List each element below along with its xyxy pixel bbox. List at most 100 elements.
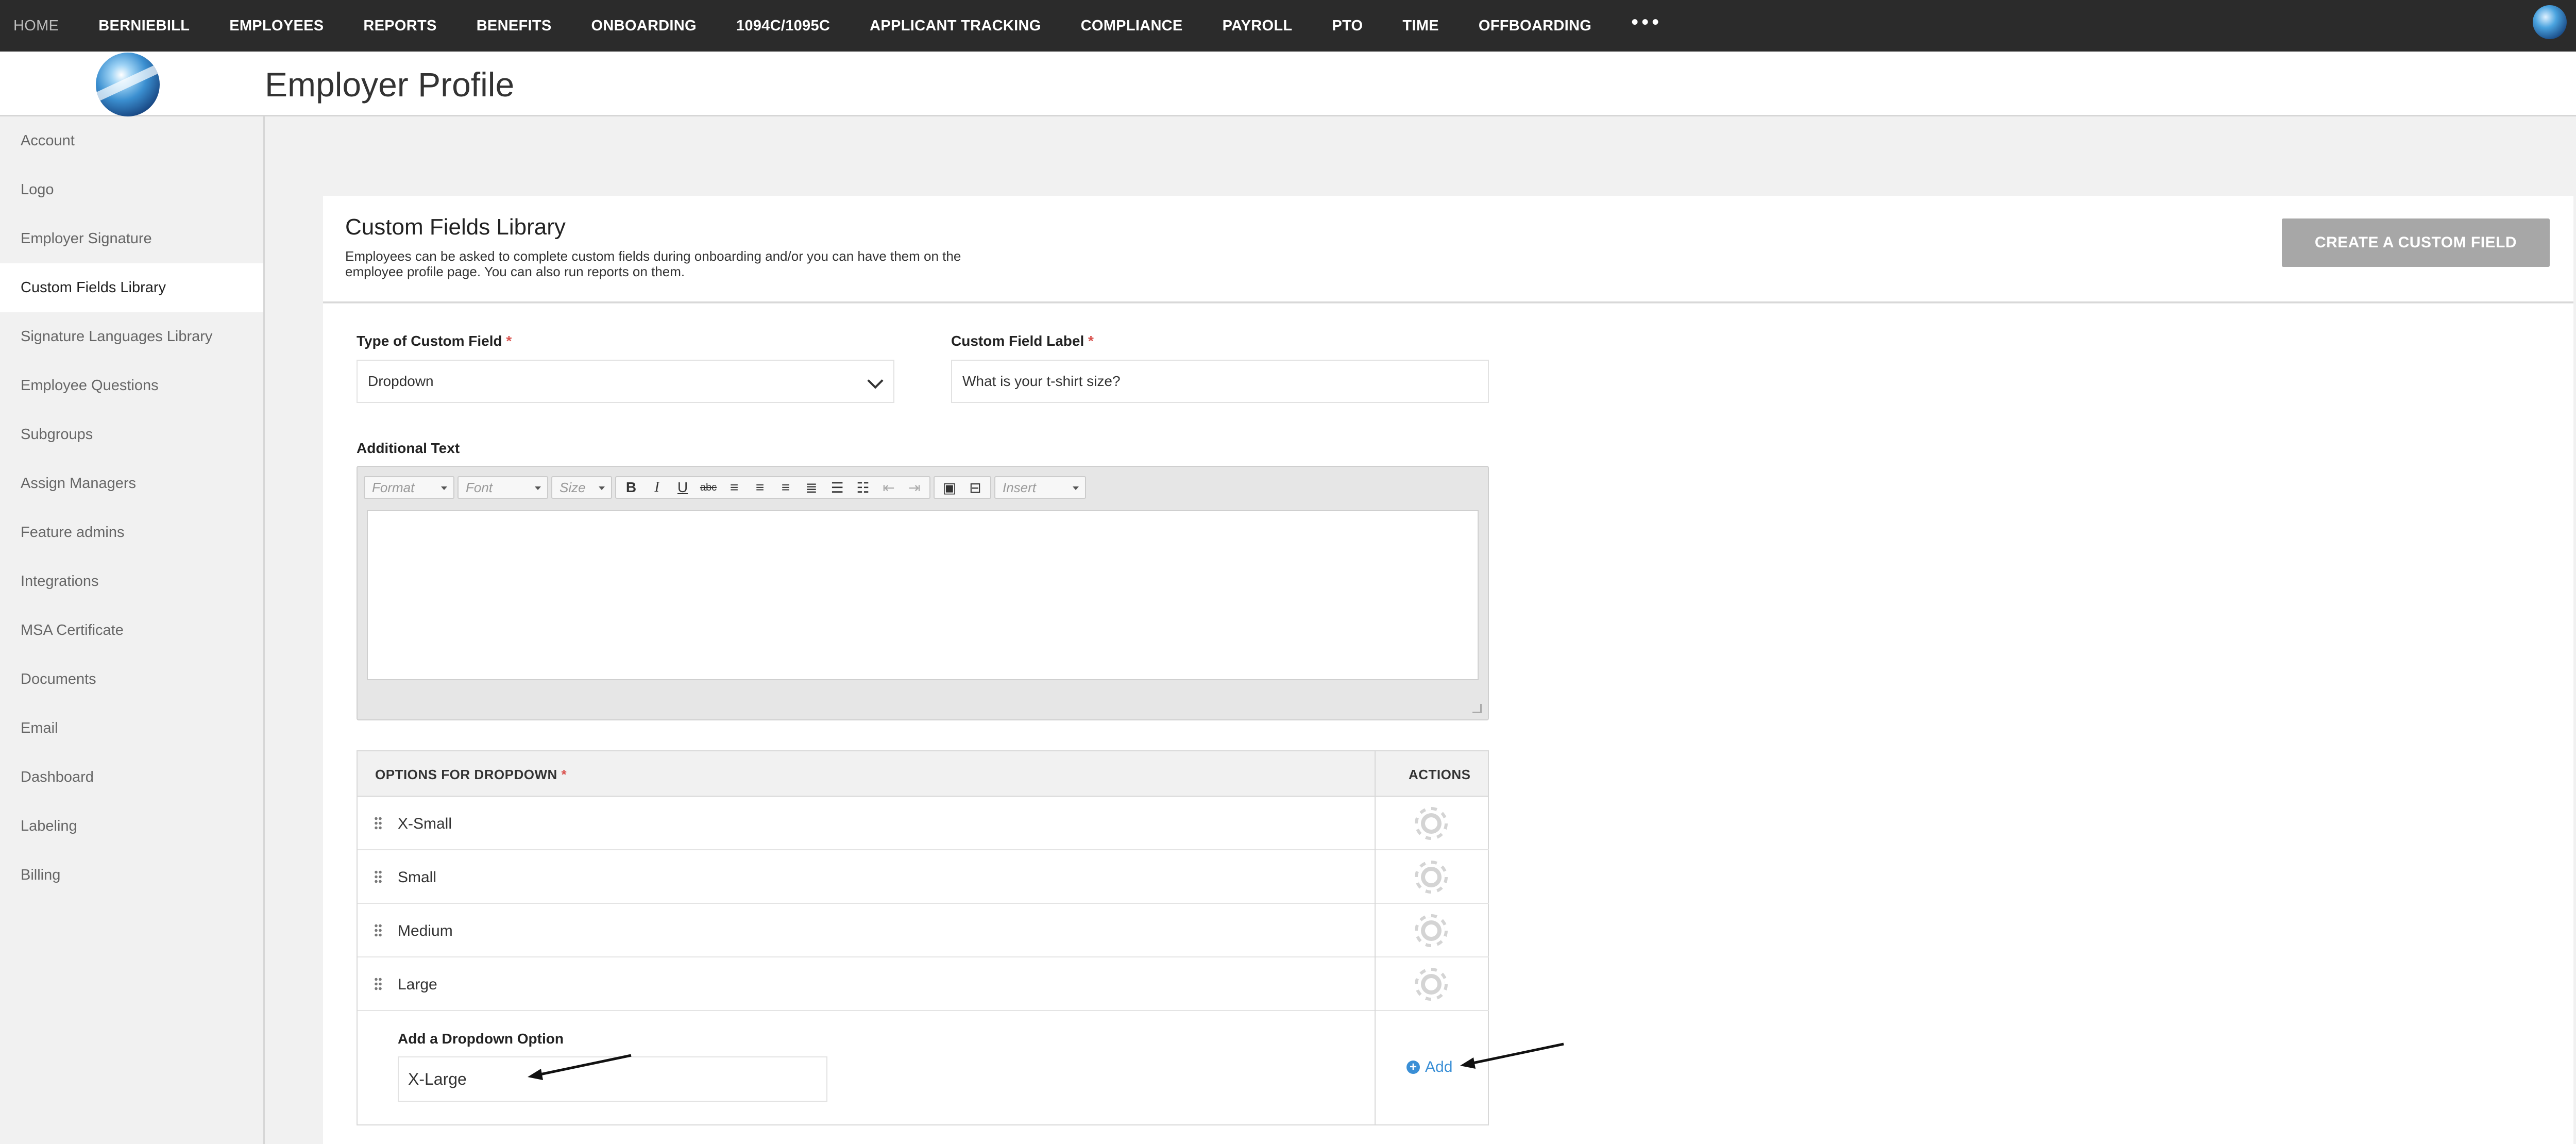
strikethrough-button[interactable]: abc [697, 478, 720, 497]
option-label: Small [398, 869, 437, 886]
drag-handle-icon[interactable] [374, 870, 382, 884]
additional-text-label: Additional Text [357, 440, 460, 456]
custom-field-label-label: Custom Field Label * [951, 333, 1094, 349]
custom-fields-card-header: Custom Fields Library Employees can be a… [323, 196, 2573, 303]
align-left-icon[interactable]: ≡ [722, 478, 746, 497]
sidebar-item-signature-languages-library[interactable]: Signature Languages Library [0, 312, 263, 361]
sidebar-item-employee-questions[interactable]: Employee Questions [0, 361, 263, 410]
nav-payroll[interactable]: PAYROLL [1223, 18, 1293, 35]
paste-icon[interactable]: ▣ [938, 478, 961, 497]
sidebar-item-email[interactable]: Email [0, 704, 263, 753]
bold-button[interactable]: B [619, 478, 643, 497]
nav-pto[interactable]: PTO [1332, 18, 1363, 35]
editor-content-area[interactable] [367, 510, 1479, 680]
sidebar-item-feature-admins[interactable]: Feature admins [0, 508, 263, 557]
nav-berniebill[interactable]: BERNIEBILL [98, 18, 190, 35]
option-label: Medium [398, 922, 453, 939]
table-row: Medium [358, 904, 1375, 957]
nav-time[interactable]: TIME [1402, 18, 1438, 35]
nav-home[interactable]: HOME [13, 18, 59, 35]
italic-button[interactable]: I [645, 478, 669, 497]
sidebar-item-logo[interactable]: Logo [0, 165, 263, 214]
align-right-icon[interactable]: ≡ [774, 478, 798, 497]
nav-onboarding[interactable]: ONBOARDING [591, 18, 697, 35]
select-value: Dropdown [368, 373, 434, 389]
gear-icon[interactable] [1376, 850, 1489, 904]
drag-handle-icon[interactable] [374, 816, 382, 831]
plus-circle-icon: + [1406, 1061, 1420, 1074]
table-header: OPTIONS FOR DROPDOWN * ACTIONS [358, 751, 1488, 797]
company-logo [96, 53, 160, 116]
top-navigation: HOME BERNIEBILL EMPLOYEES REPORTS BENEFI… [0, 0, 2576, 52]
format-dropdown[interactable]: Format [364, 476, 454, 499]
outdent-icon[interactable]: ⇤ [877, 478, 901, 497]
align-center-icon[interactable]: ≡ [748, 478, 772, 497]
size-dropdown[interactable]: Size [551, 476, 612, 499]
table-row: X-Small [358, 797, 1375, 850]
sidebar-item-custom-fields-library[interactable]: Custom Fields Library [0, 263, 263, 312]
editor-toolbar: Format Font Size B I U abc ≡ ≡ ≡ ≣ ☰ ☷ ⇤… [364, 472, 1482, 503]
row-actions [1376, 957, 1489, 1011]
sidebar-item-integrations[interactable]: Integrations [0, 557, 263, 606]
custom-field-type-select[interactable]: Dropdown [357, 360, 894, 403]
nav-reports[interactable]: REPORTS [363, 18, 436, 35]
resize-handle-icon[interactable] [1472, 704, 1482, 713]
drag-handle-icon[interactable] [374, 923, 382, 938]
required-mark: * [506, 333, 512, 349]
align-justify-icon[interactable]: ≣ [800, 478, 823, 497]
sidebar-item-labeling[interactable]: Labeling [0, 802, 263, 851]
nav-more-icon[interactable]: ••• [1631, 12, 1662, 32]
actions-column-header: ACTIONS [1409, 767, 1471, 782]
page-title: Employer Profile [265, 65, 515, 104]
type-of-custom-field-label: Type of Custom Field * [357, 333, 512, 349]
sidebar-item-assign-managers[interactable]: Assign Managers [0, 459, 263, 508]
drag-handle-icon[interactable] [374, 977, 382, 991]
sidebar-item-billing[interactable]: Billing [0, 851, 263, 900]
add-dropdown-option-label: Add a Dropdown Option [398, 1031, 564, 1047]
sidebar-item-subgroups[interactable]: Subgroups [0, 410, 263, 459]
nav-offboarding[interactable]: OFFBOARDING [1479, 18, 1591, 35]
options-header-text: OPTIONS FOR DROPDOWN [375, 767, 557, 782]
sidebar-item-employer-signature[interactable]: Employer Signature [0, 214, 263, 263]
row-actions [1376, 904, 1489, 957]
add-link-label: Add [1425, 1058, 1453, 1075]
chevron-down-icon [867, 373, 884, 389]
sidebar-item-account[interactable]: Account [0, 116, 263, 165]
nav-applicant-tracking[interactable]: APPLICANT TRACKING [870, 18, 1041, 35]
gear-icon[interactable] [1376, 957, 1489, 1011]
font-dropdown[interactable]: Font [457, 476, 548, 499]
create-custom-field-button[interactable]: CREATE A CUSTOM FIELD [2282, 218, 2550, 267]
type-label-text: Type of Custom Field [357, 333, 502, 349]
page-header: Employer Profile [0, 52, 2576, 116]
sidebar-item-msa-certificate[interactable]: MSA Certificate [0, 606, 263, 655]
nav-compliance[interactable]: COMPLIANCE [1081, 18, 1183, 35]
clipboard-buttons: ▣ ⊟ [934, 476, 991, 499]
row-actions [1376, 797, 1489, 850]
underline-button[interactable]: U [671, 478, 694, 497]
options-column-header: OPTIONS FOR DROPDOWN * [375, 767, 567, 783]
table-row: Large [358, 957, 1375, 1011]
table-row: Small [358, 850, 1375, 904]
option-label: X-Small [398, 815, 452, 832]
user-menu[interactable] [2533, 5, 2576, 39]
add-option-button[interactable]: + Add [1406, 1058, 1452, 1076]
insert-dropdown[interactable]: Insert [994, 476, 1086, 499]
nav-employees[interactable]: EMPLOYEES [229, 18, 324, 35]
remove-format-icon[interactable]: ⊟ [963, 478, 987, 497]
avatar[interactable] [2533, 5, 2567, 39]
numbered-list-icon[interactable]: ☷ [851, 478, 875, 497]
sidebar-item-dashboard[interactable]: Dashboard [0, 753, 263, 802]
sidebar-item-documents[interactable]: Documents [0, 655, 263, 704]
gear-icon[interactable] [1376, 797, 1489, 850]
add-dropdown-option-input[interactable] [398, 1056, 827, 1102]
bullet-list-icon[interactable]: ☰ [825, 478, 849, 497]
card-description: Employees can be asked to complete custo… [345, 248, 961, 279]
nav-1094c-1095c[interactable]: 1094C/1095C [736, 18, 830, 35]
custom-field-label-input[interactable]: What is your t-shirt size? [951, 360, 1489, 403]
nav-benefits[interactable]: BENEFITS [477, 18, 552, 35]
required-mark: * [561, 767, 567, 782]
indent-icon[interactable]: ⇥ [903, 478, 926, 497]
card-title: Custom Fields Library [345, 214, 566, 240]
gear-icon[interactable] [1376, 904, 1489, 957]
label-label-text: Custom Field Label [951, 333, 1084, 349]
